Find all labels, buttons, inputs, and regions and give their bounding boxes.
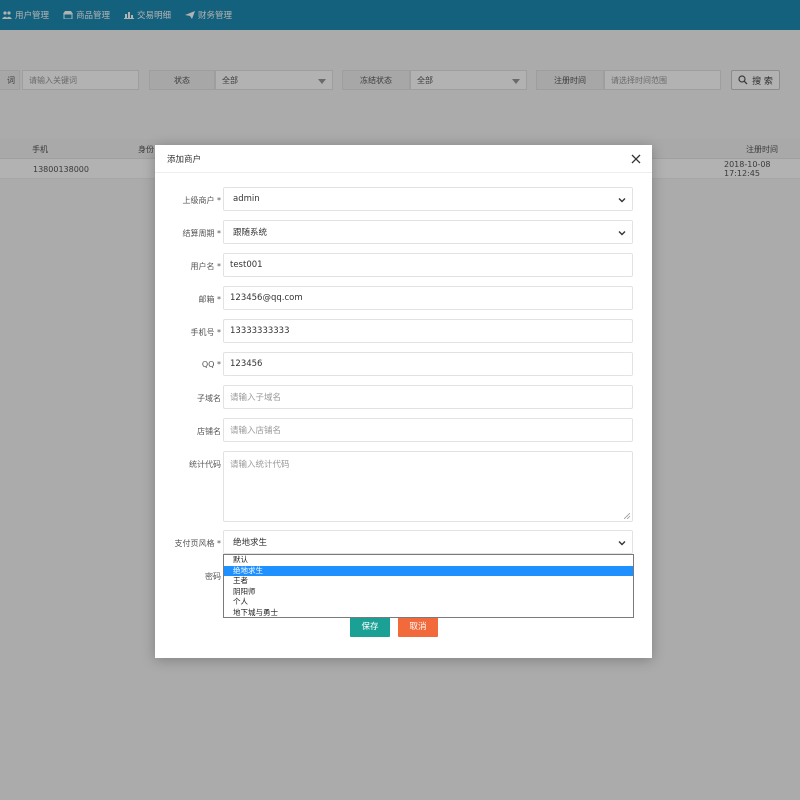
paystyle-option[interactable]: 地下城与勇士 xyxy=(224,608,633,619)
qq-label: QQ * xyxy=(201,360,221,369)
subdomain-label: 子域名 xyxy=(197,394,221,403)
paystyle-options-list: 默认 绝地求生 王者 阴阳师 个人 地下城与勇士 xyxy=(223,554,634,618)
subdomain-field[interactable]: 请输入子域名 xyxy=(223,385,633,409)
shopname-label: 店铺名 xyxy=(197,427,221,436)
parent-merchant-value: admin xyxy=(233,194,260,204)
chevron-down-icon xyxy=(618,231,626,236)
settlement-cycle-select[interactable]: 跟随系统 xyxy=(223,220,633,244)
parent-merchant-label: 上级商户 * xyxy=(182,196,221,205)
paystyle-option-selected[interactable]: 绝地求生 xyxy=(224,565,633,576)
settlement-cycle-label: 结算周期 * xyxy=(182,229,221,238)
cancel-button[interactable]: 取消 xyxy=(398,615,438,637)
resize-grip-icon[interactable] xyxy=(624,513,630,519)
paystyle-label: 支付页风格 * xyxy=(174,539,221,548)
phone-field[interactable]: 13333333333 xyxy=(223,319,633,343)
phone-label: 手机号 * xyxy=(190,328,221,337)
statcode-label: 统计代码 xyxy=(189,460,221,469)
settlement-cycle-value: 跟随系统 xyxy=(233,228,268,238)
shopname-field[interactable]: 请输入店铺名 xyxy=(223,418,633,442)
chevron-down-icon xyxy=(618,198,626,203)
email-field[interactable]: 123456@qq.com xyxy=(223,286,633,310)
password-label: 密码 xyxy=(205,572,221,581)
chevron-down-icon xyxy=(618,541,626,546)
email-label: 邮箱 * xyxy=(198,295,221,304)
dialog-title: 添加商户 xyxy=(167,154,202,165)
parent-merchant-select[interactable]: admin xyxy=(223,187,633,211)
close-icon[interactable] xyxy=(630,153,642,165)
paystyle-option[interactable]: 默认 xyxy=(224,555,633,566)
username-label: 用户名 * xyxy=(190,262,221,271)
dialog-title-bar: 添加商户 xyxy=(155,145,652,173)
save-button[interactable]: 保存 xyxy=(350,615,390,637)
qq-field[interactable]: 123456 xyxy=(223,352,633,376)
username-field[interactable]: test001 xyxy=(223,253,633,277)
statcode-textarea[interactable]: 请输入统计代码 xyxy=(223,451,633,522)
paystyle-select[interactable]: 绝地求生 xyxy=(223,530,633,554)
paystyle-value: 绝地求生 xyxy=(233,538,268,548)
paystyle-option[interactable]: 阴阳师 xyxy=(224,587,633,598)
paystyle-option[interactable]: 个人 xyxy=(224,597,633,608)
paystyle-option[interactable]: 王者 xyxy=(224,576,633,587)
statcode-placeholder: 请输入统计代码 xyxy=(230,460,290,470)
